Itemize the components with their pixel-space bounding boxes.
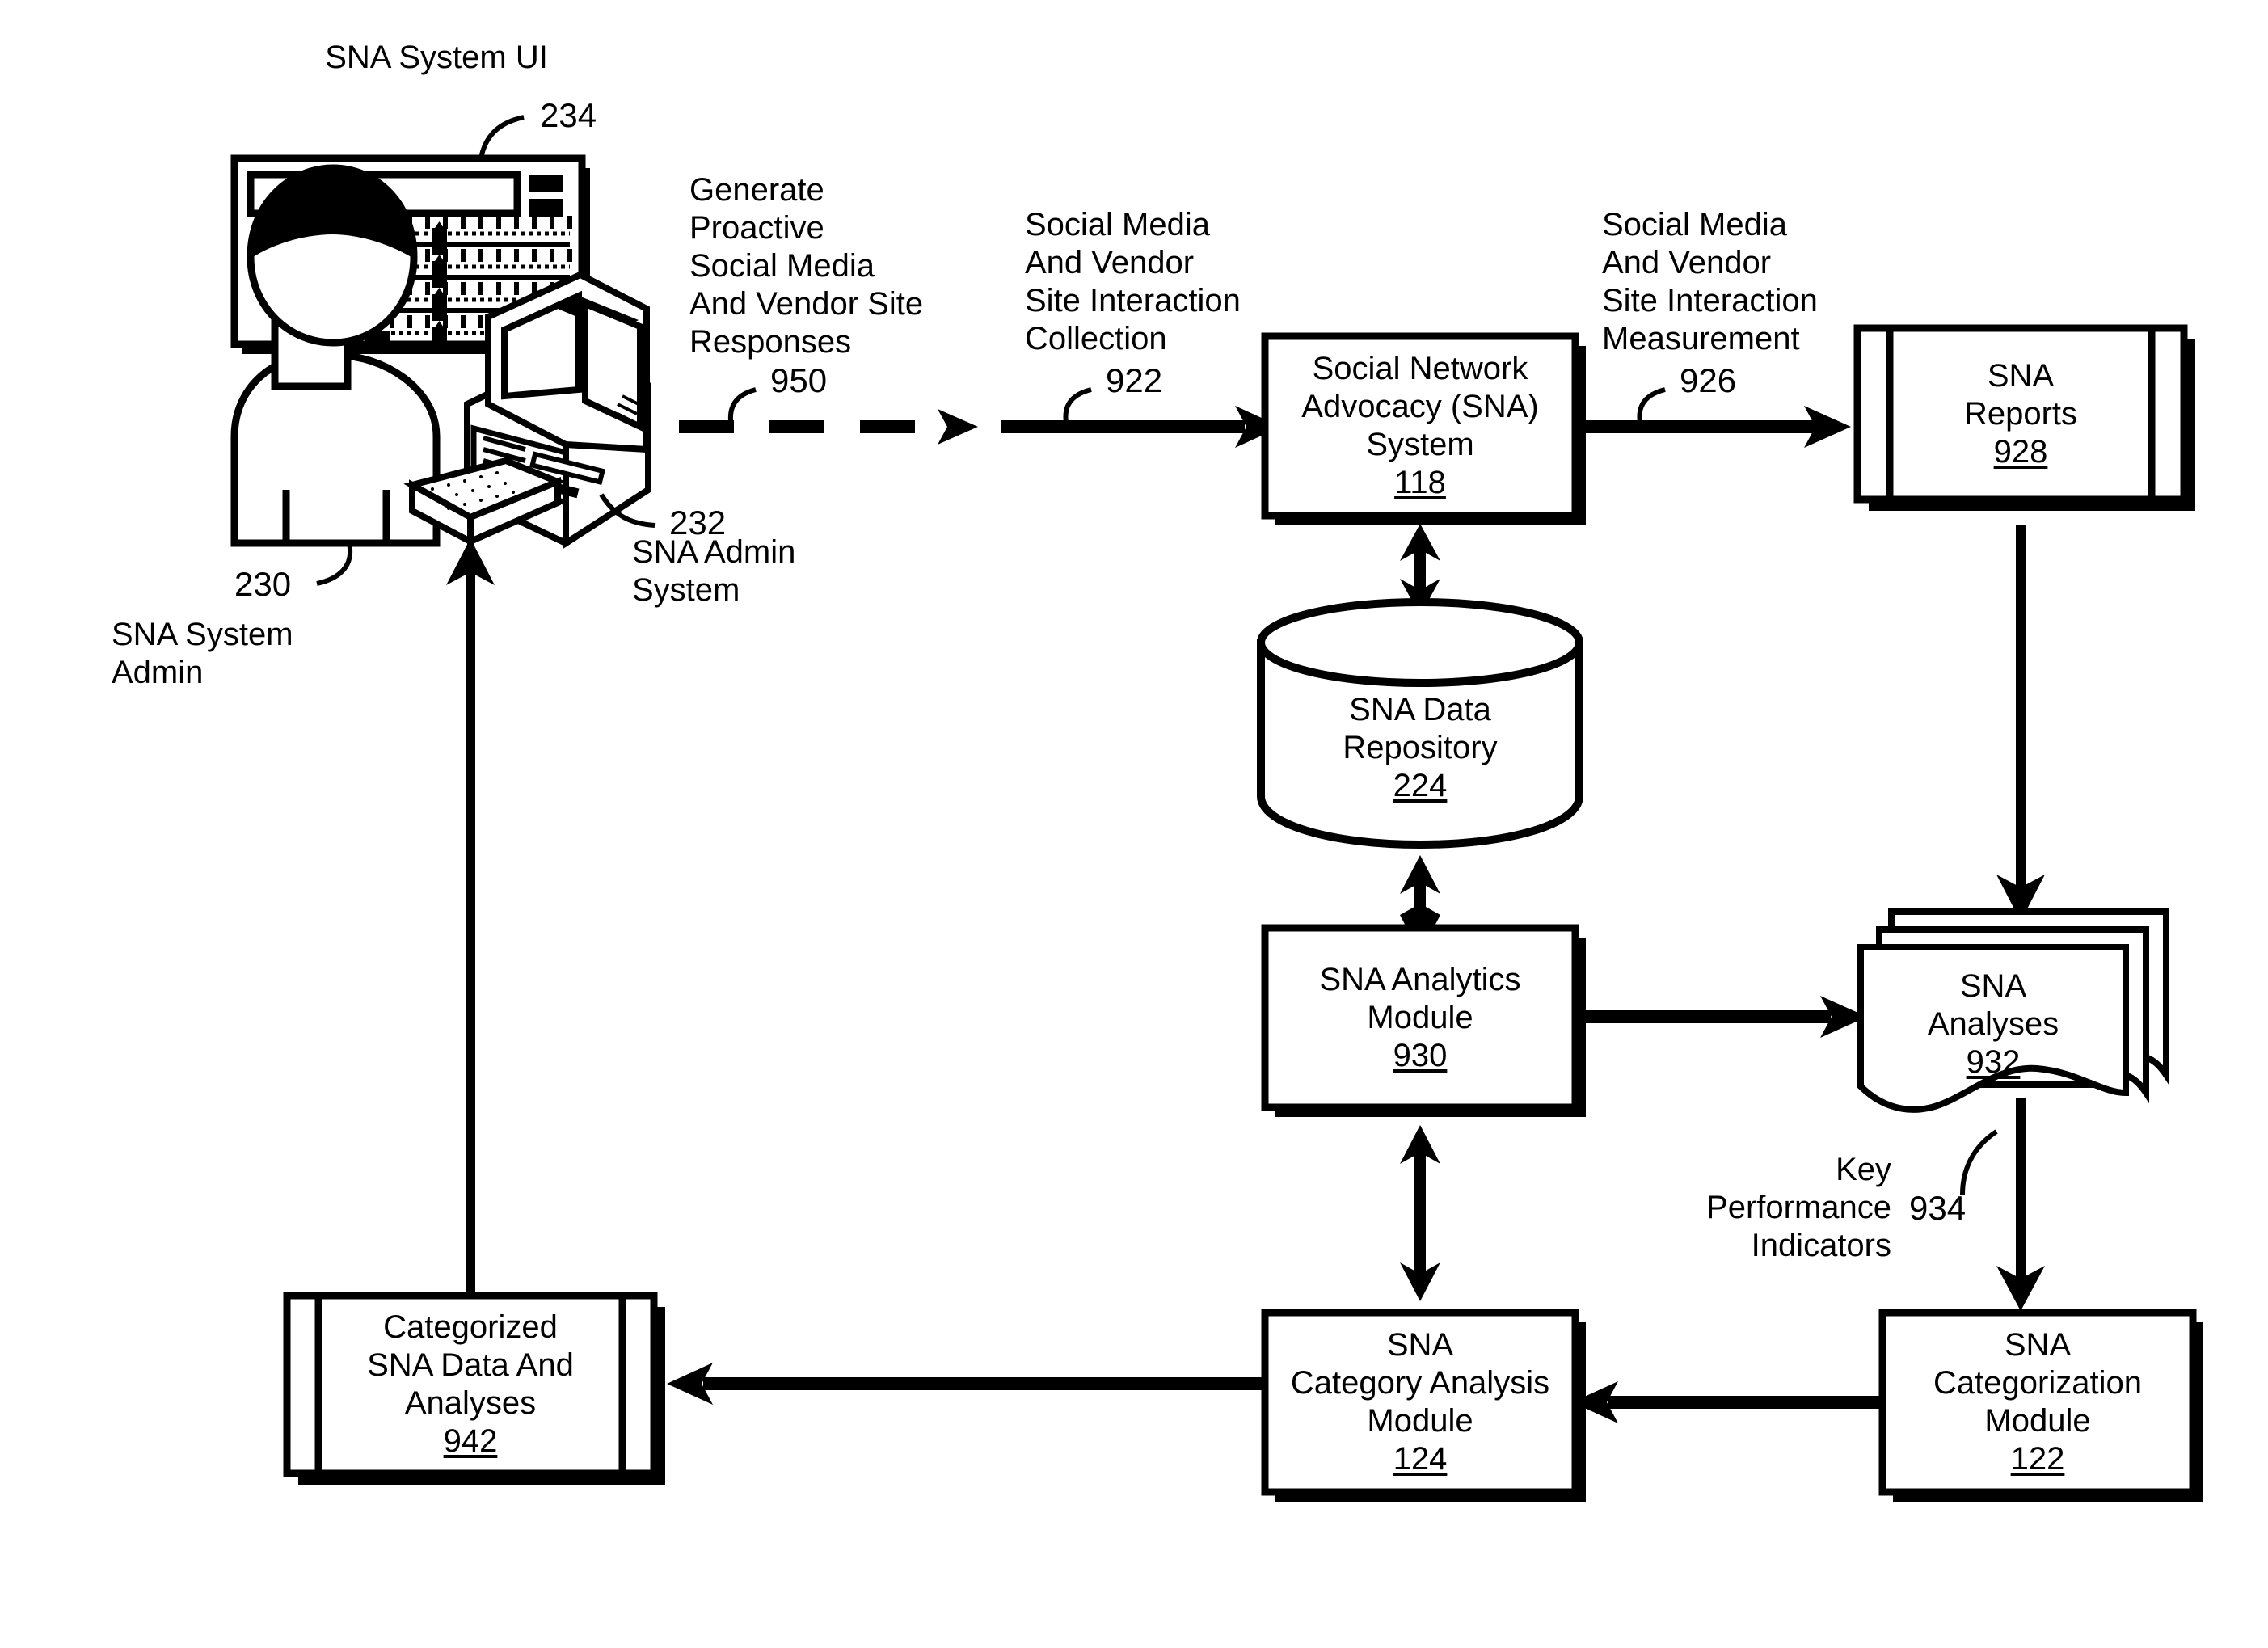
key-performance-indicators-label: Key Performance Indicators	[1706, 1152, 1891, 1263]
node-sna-analyses-text: SNA Analyses 932	[1861, 947, 2126, 1101]
node-sna-categorization-module-line-1: SNA	[2004, 1327, 2072, 1363]
connector-category-analysis-analytics-double-arrow	[1400, 1125, 1440, 1301]
node-sna-system-text: Social Network Advocacy (SNA) System 118	[1265, 336, 1575, 516]
sna-system-admin-person-illustration	[230, 164, 441, 586]
connector-categorization-category-analysis-arrow	[1572, 1381, 1882, 1423]
node-sna-category-analysis-module-text: SNA Category Analysis Module 124	[1265, 1313, 1575, 1492]
node-sna-reports-ref: 928	[1993, 433, 2048, 470]
connector-kpi-arrow	[1960, 1098, 2045, 1311]
node-sna-analytics-module-text: SNA Analytics Module 930	[1265, 928, 1575, 1107]
connector-reports-analyses-arrow	[1996, 525, 2045, 921]
node-categorized-sna-data-line-1: Categorized	[383, 1309, 558, 1345]
ref-950: 950	[770, 361, 828, 399]
ref-234: 234	[540, 96, 597, 134]
node-sna-reports-line-1: SNA	[1987, 357, 2055, 394]
ref-230: 230	[234, 565, 292, 603]
connector-categorized-data-admin-arrow	[446, 538, 495, 1296]
node-categorized-sna-data-ref: 942	[443, 1423, 498, 1459]
node-sna-analytics-module-ref: 930	[1393, 1037, 1448, 1073]
sna-system-ui-title: SNA System UI	[325, 40, 548, 75]
node-sna-system-ref: 118	[1394, 465, 1446, 500]
node-sna-data-repository-ref: 224	[1393, 767, 1448, 803]
connector-category-analysis-categorized-data-arrow	[667, 1363, 1265, 1405]
node-sna-data-repository-line-1: SNA Data	[1349, 691, 1491, 727]
node-sna-category-analysis-module-line-1: SNA	[1386, 1327, 1454, 1363]
node-sna-system-line-3: System	[1366, 427, 1474, 462]
interaction-collection-label: Social Media And Vendor Site Interaction…	[1025, 207, 1241, 356]
node-sna-categorization-module-ref: 122	[2010, 1441, 2065, 1477]
ref-926: 926	[1680, 361, 1737, 399]
node-sna-category-analysis-module-line-2: Category Analysis	[1290, 1365, 1550, 1401]
node-sna-reports-text: SNA Reports 928	[1890, 328, 2152, 499]
node-sna-analytics-module-line-1: SNA Analytics	[1319, 961, 1521, 997]
node-sna-system-line-2: Advocacy (SNA)	[1301, 389, 1539, 424]
node-sna-category-analysis-module-line-3: Module	[1367, 1403, 1473, 1439]
node-sna-system-line-1: Social Network	[1312, 351, 1528, 386]
sna-system-admin-label: SNA System Admin	[112, 617, 293, 690]
sna-admin-system-label: SNA Admin System	[632, 534, 796, 608]
node-sna-reports-line-2: Reports	[1963, 395, 2078, 432]
connector-generate-proactive-arrow	[679, 387, 978, 445]
node-sna-categorization-module-text: SNA Categorization Module 122	[1882, 1313, 2193, 1492]
node-sna-analyses-line-1: SNA	[1959, 967, 2027, 1004]
ref-934: 934	[1909, 1189, 1967, 1227]
figure-canvas: SNA System UI 234 232 SNA Admin System 2…	[0, 0, 2268, 1648]
node-sna-analyses-line-2: Analyses	[1927, 1005, 2059, 1042]
connector-analytics-analyses-arrow	[1584, 996, 1867, 1038]
generate-proactive-label: Generate Proactive Social Media And Vend…	[689, 172, 924, 360]
interaction-measurement-label: Social Media And Vendor Site Interaction…	[1602, 207, 1818, 356]
node-sna-data-repository-line-2: Repository	[1343, 729, 1498, 765]
node-categorized-sna-data-text: Categorized SNA Data And Analyses 942	[318, 1296, 622, 1473]
node-sna-analyses-ref: 932	[1966, 1043, 2021, 1080]
node-sna-analytics-module-line-2: Module	[1367, 999, 1473, 1035]
node-sna-categorization-module-line-3: Module	[1984, 1403, 2091, 1439]
node-sna-category-analysis-module-ref: 124	[1393, 1441, 1448, 1477]
ref-922: 922	[1106, 361, 1163, 399]
node-sna-data-repository-text: SNA Data Repository 224	[1261, 655, 1579, 841]
node-categorized-sna-data-line-3: Analyses	[404, 1385, 537, 1421]
node-categorized-sna-data-line-2: SNA Data And	[367, 1347, 574, 1383]
node-sna-categorization-module-line-2: Categorization	[1933, 1365, 2142, 1401]
